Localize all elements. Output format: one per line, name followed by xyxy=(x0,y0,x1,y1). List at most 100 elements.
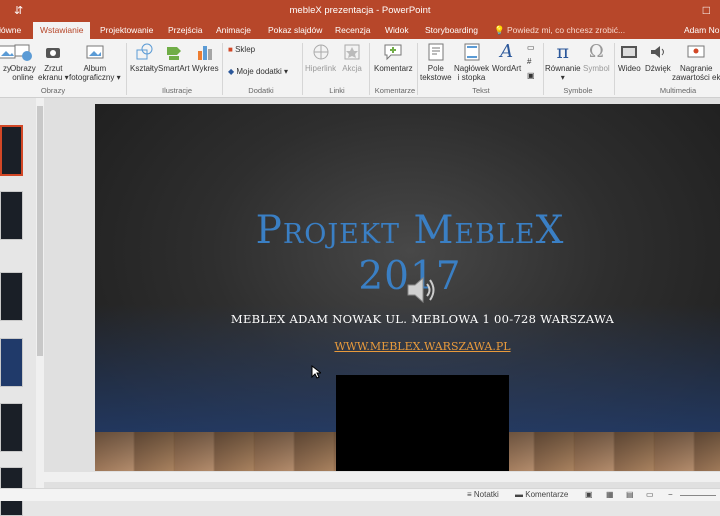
group-separator xyxy=(302,43,303,95)
hyperlink-button[interactable]: Hiperlink xyxy=(305,42,336,73)
audio-label: Dźwięk xyxy=(645,64,671,73)
online-pictures-label-2: online xyxy=(12,73,34,82)
online-pictures-button[interactable]: Obrazy online xyxy=(10,42,36,82)
video-placeholder[interactable] xyxy=(336,375,509,471)
wordart-button[interactable]: A WordArt xyxy=(492,41,522,74)
date-time-icon[interactable]: ▭ xyxy=(527,43,535,52)
restore-window-button[interactable]: □ xyxy=(703,3,710,17)
slide-website-link[interactable]: WWW.MEBLEX.WARSZAWA.PL xyxy=(95,340,720,353)
header-footer-button[interactable]: Nagłówek i stopka xyxy=(454,42,489,82)
slide-sorter-icon[interactable]: ▦ xyxy=(606,490,614,499)
notes-label: Notatki xyxy=(473,490,499,499)
tab-insert[interactable]: Wstawianie xyxy=(33,22,91,39)
wordart-label: WordArt xyxy=(492,64,522,73)
text-box-button[interactable]: Pole tekstowe xyxy=(420,42,452,82)
store-button[interactable]: ■ Sklep xyxy=(228,45,255,54)
tab-view[interactable]: Widok xyxy=(385,22,409,39)
audio-button[interactable]: Dźwięk xyxy=(645,42,671,73)
reading-view-icon[interactable]: ▤ xyxy=(626,490,634,499)
ribbon-insert: zy Obrazy online Zrzut ekranu ▾ Album fo… xyxy=(0,39,720,98)
bar-chart-icon xyxy=(195,42,215,62)
tab-transitions[interactable]: Przejścia xyxy=(168,22,202,39)
slide-editor: Projekt MebleX 2017 MEBLEX ADAM NOWAK UL… xyxy=(44,98,720,488)
notes-button[interactable]: ≡ Notatki xyxy=(467,490,499,499)
equation-label: Równanie xyxy=(545,64,581,73)
tab-animations[interactable]: Animacje xyxy=(216,22,251,39)
comments-label: Komentarze xyxy=(525,490,569,499)
text-box-label-2: tekstowe xyxy=(420,73,452,82)
scrollbar-thumb[interactable] xyxy=(37,106,43,356)
group-label-linki: Linki xyxy=(329,86,345,95)
action-button[interactable]: Akcja xyxy=(342,42,362,73)
pi-icon: π xyxy=(556,41,570,63)
lightbulb-icon: 💡 xyxy=(494,25,505,35)
slide-number-icon[interactable]: # xyxy=(527,57,531,66)
star-action-icon xyxy=(342,42,362,62)
group-label-obrazy: Obrazy xyxy=(40,86,66,95)
user-name[interactable]: Adam No xyxy=(684,22,719,39)
my-addins-button[interactable]: ◆ Moje dodatki ▾ xyxy=(228,67,288,76)
tab-home[interactable]: łówne xyxy=(0,22,21,39)
comment-icon xyxy=(383,42,403,62)
slide-canvas[interactable]: Projekt MebleX 2017 MEBLEX ADAM NOWAK UL… xyxy=(95,104,720,471)
group-separator xyxy=(543,43,544,95)
video-label: Wideo xyxy=(618,64,641,73)
comments-button[interactable]: ▬ Komentarze xyxy=(515,490,568,499)
store-label: Sklep xyxy=(235,45,256,54)
smartart-icon xyxy=(164,42,184,62)
smartart-button[interactable]: SmartArt xyxy=(158,42,190,73)
slide-subtitle[interactable]: MEBLEX ADAM NOWAK UL. MEBLOWA 1 00-728 W… xyxy=(95,312,720,326)
text-box-icon xyxy=(426,42,446,62)
slide-horizontal-scrollbar[interactable] xyxy=(44,472,720,482)
window-title: mebleX prezentacja - PowerPoint xyxy=(289,5,431,16)
group-label-ilustracje: Ilustracje xyxy=(161,86,192,95)
slideshow-icon[interactable]: ▭ xyxy=(646,490,654,499)
tab-review[interactable]: Recenzja xyxy=(335,22,370,39)
group-label-symbole: Symbole xyxy=(563,86,593,95)
slide-thumbnail-5[interactable] xyxy=(0,403,23,452)
screen-recording-button[interactable]: Nagranie zawartości ek xyxy=(672,42,720,82)
my-addins-label: Moje dodatki ▾ xyxy=(236,67,288,76)
screen-recording-icon xyxy=(686,42,706,62)
header-footer-icon xyxy=(462,42,482,62)
tell-me-box[interactable]: 💡 Powiedz mi, co chcesz zrobić... xyxy=(494,22,625,39)
group-label-dodatki: Dodatki xyxy=(248,86,274,95)
equation-button[interactable]: π Równanie ▾ xyxy=(545,42,581,82)
slide-thumbnail-1[interactable] xyxy=(0,125,23,176)
tab-storyboarding[interactable]: Storyboarding xyxy=(425,22,478,39)
photo-album-button[interactable]: Album fotograficzny ▾ xyxy=(69,42,121,82)
group-separator xyxy=(614,43,615,95)
audio-speaker-icon[interactable] xyxy=(404,274,440,306)
status-bar: ≡ Notatki ▬ Komentarze ▣ ▦ ▤ ▭ − xyxy=(0,488,720,501)
zoom-out-icon[interactable]: − xyxy=(668,490,673,499)
wordart-icon: A xyxy=(500,41,514,62)
photo-album-icon xyxy=(85,42,105,62)
thumbnails-scrollbar[interactable] xyxy=(36,98,44,488)
chart-label: Wykres xyxy=(192,64,219,73)
slide-thumbnail-4[interactable] xyxy=(0,338,23,387)
zoom-slider[interactable] xyxy=(680,495,716,496)
slide-thumbnail-3[interactable] xyxy=(0,272,23,321)
tab-design[interactable]: Projektowanie xyxy=(100,22,153,39)
comment-button[interactable]: Komentarz xyxy=(374,42,413,73)
slide-thumbnail-2[interactable] xyxy=(0,191,23,240)
chart-button[interactable]: Wykres xyxy=(192,42,219,73)
normal-view-icon[interactable]: ▣ xyxy=(585,490,593,499)
screen-recording-label-1: Nagranie xyxy=(680,64,713,73)
symbol-label: Symbol xyxy=(583,64,610,73)
screenshot-button[interactable]: Zrzut ekranu ▾ xyxy=(38,42,69,82)
action-label: Akcja xyxy=(342,64,362,73)
screenshot-label-1: Zrzut xyxy=(44,64,63,73)
ribbon-tabs: łówne Wstawianie Projektowanie Przejścia… xyxy=(0,22,720,39)
group-separator xyxy=(417,43,418,95)
tab-slideshow[interactable]: Pokaz slajdów xyxy=(268,22,322,39)
screen-recording-label-2: zawartości ek xyxy=(672,73,720,82)
addins-icon: ◆ xyxy=(228,67,235,76)
shapes-button[interactable]: Kształty xyxy=(130,42,158,73)
title-bar: ⇵ mebleX prezentacja - PowerPoint □ xyxy=(0,0,720,22)
online-pictures-label-1: Obrazy xyxy=(10,64,36,73)
online-picture-icon xyxy=(13,42,33,62)
video-button[interactable]: Wideo xyxy=(618,42,641,73)
symbol-button[interactable]: Ω Symbol xyxy=(583,42,610,74)
object-icon[interactable]: ▣ xyxy=(527,71,535,80)
